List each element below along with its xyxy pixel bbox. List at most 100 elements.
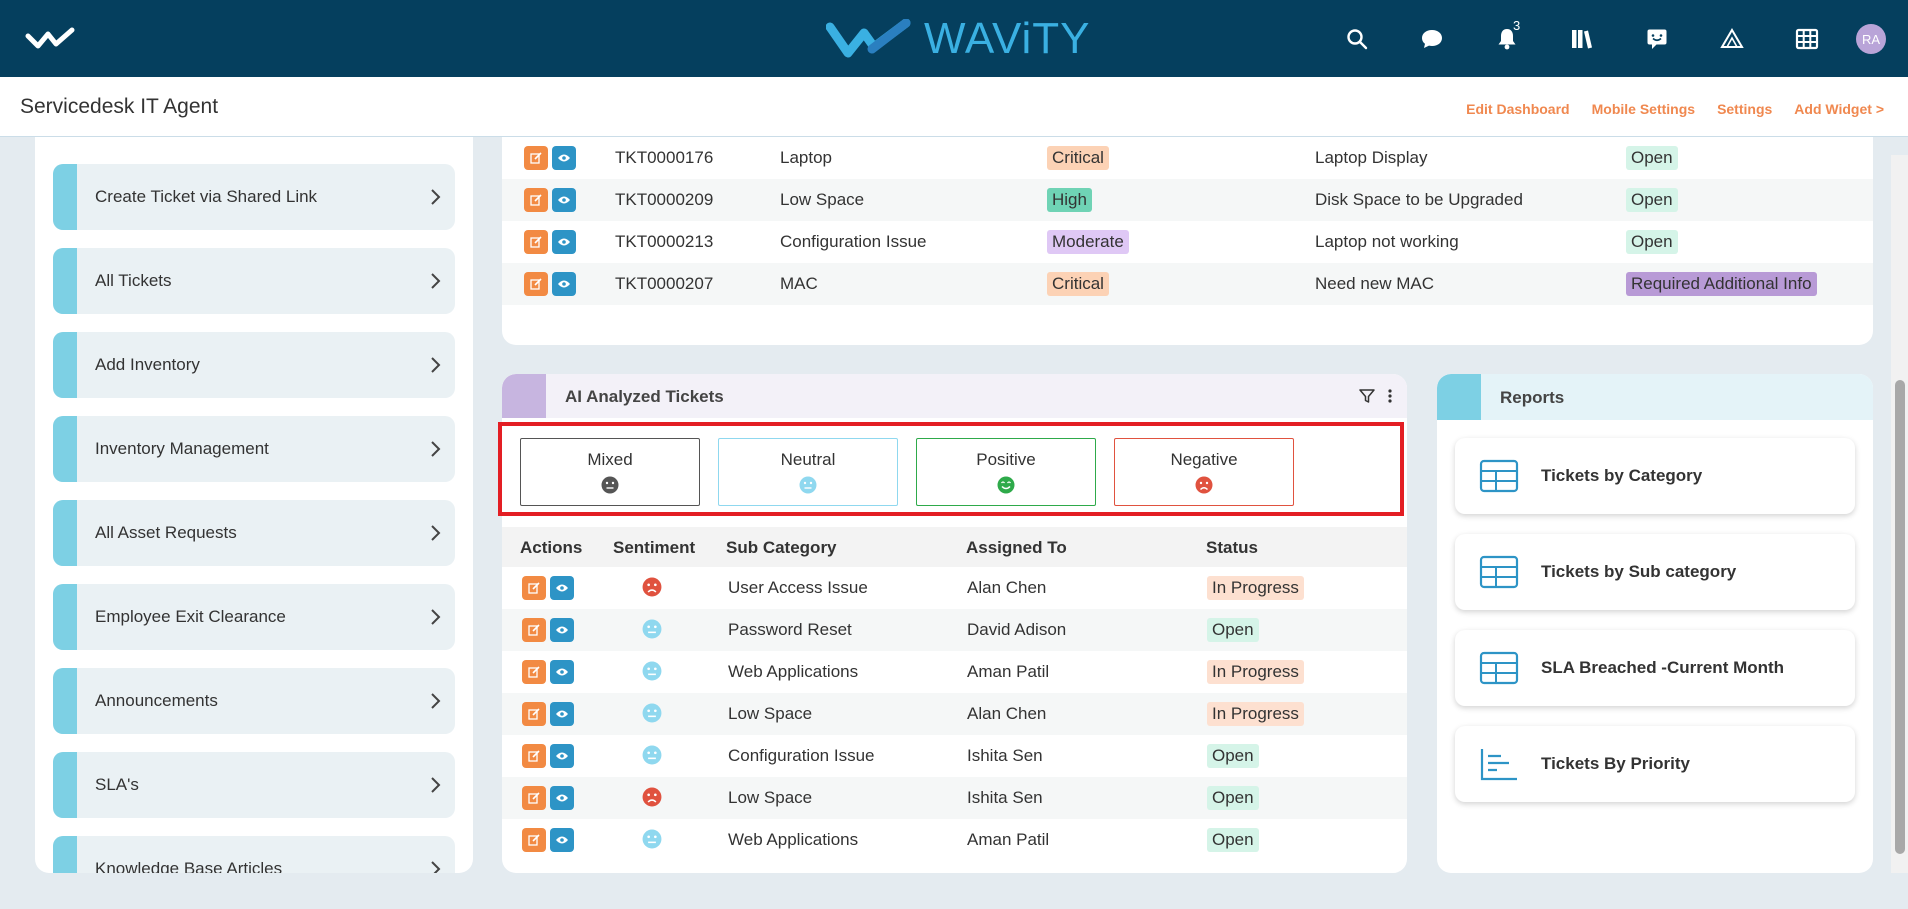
view-button[interactable] [550,576,574,600]
view-button[interactable] [550,744,574,768]
edit-button[interactable] [522,702,546,726]
column-header-sub-category[interactable]: Sub Category [726,538,837,558]
assigned-to: Alan Chen [967,578,1047,597]
edit-icon [530,152,542,164]
top-icon-group: 3 RA [1319,18,1886,58]
edit-button[interactable] [522,576,546,600]
edit-button[interactable] [522,786,546,810]
assigned-to: Alan Chen [967,704,1047,723]
sentiment-filter-negative[interactable]: Negative [1114,438,1294,506]
chevron-right-icon [431,609,441,625]
status-badge: In Progress [1207,660,1304,684]
view-button[interactable] [550,618,574,642]
sub-category: User Access Issue [728,578,868,597]
sidebar-item-employee-exit-clearance[interactable]: Employee Exit Clearance [53,584,455,650]
brand-logo: WAViTY [826,12,1091,66]
sentiment-filter-neutral[interactable]: Neutral [718,438,898,506]
edit-icon [528,834,540,846]
search-button[interactable] [1319,20,1394,58]
filter-icon[interactable] [1359,388,1375,404]
status-badge: Open [1207,618,1259,642]
feedback-button[interactable] [1619,20,1694,58]
view-button[interactable] [550,702,574,726]
edit-button[interactable] [522,744,546,768]
view-button[interactable] [552,230,576,254]
view-button[interactable] [550,660,574,684]
sidebar-item-announcements[interactable]: Announcements [53,668,455,734]
sentiment-label: Mixed [587,450,633,469]
more-vertical-icon[interactable] [1387,388,1393,404]
tickets-table-panel: TKT0000176 Laptop Critical Laptop Displa… [502,137,1873,345]
status-badge: Required Additional Info [1626,272,1817,296]
report-sla-breached[interactable]: SLA Breached -Current Month [1455,630,1855,706]
sentiment-filter-mixed[interactable]: Mixed [520,438,700,506]
panel-tools [1359,388,1393,404]
view-button[interactable] [552,272,576,296]
add-widget-link[interactable]: Add Widget > [1794,101,1884,117]
sidebar-item-all-tickets[interactable]: All Tickets [53,248,455,314]
sidebar-item-knowledge-base[interactable]: Knowledge Base Articles [53,836,455,873]
edit-button[interactable] [524,230,548,254]
view-button[interactable] [552,146,576,170]
edit-button[interactable] [522,618,546,642]
edit-icon [528,666,540,678]
eye-icon [556,752,568,760]
notifications-button[interactable]: 3 [1469,18,1544,58]
settings-link[interactable]: Settings [1717,101,1772,117]
ticket-subject: Disk Space to be Upgraded [1315,190,1523,209]
sentiment-filter-positive[interactable]: Positive [916,438,1096,506]
column-header-assigned-to[interactable]: Assigned To [966,538,1067,558]
edit-icon [530,194,542,206]
ticket-id[interactable]: TKT0000176 [615,148,713,168]
view-button[interactable] [550,828,574,852]
neutral-face-icon [642,745,662,765]
report-tickets-by-priority[interactable]: Tickets By Priority [1455,726,1855,802]
table-row: Web Applications Aman Patil In Progress [502,651,1407,693]
edit-icon [528,792,540,804]
column-header-status[interactable]: Status [1206,538,1258,558]
sidebar-item-label: SLA's [95,775,139,794]
user-avatar[interactable]: RA [1856,24,1886,54]
ticket-id[interactable]: TKT0000207 [615,274,713,294]
sidebar-item-label: All Tickets [95,271,172,290]
sidebar-item-slas[interactable]: SLA's [53,752,455,818]
table-row: TKT0000207 MAC Critical Need new MAC Req… [502,263,1873,305]
library-button[interactable] [1544,20,1619,58]
edit-button[interactable] [524,146,548,170]
apps-grid-button[interactable] [1769,20,1844,58]
ticket-id[interactable]: TKT0000209 [615,190,713,210]
edit-dashboard-link[interactable]: Edit Dashboard [1466,101,1569,117]
report-tickets-by-category[interactable]: Tickets by Category [1455,438,1855,514]
row-actions [522,702,574,726]
sidebar-item-create-ticket[interactable]: Create Ticket via Shared Link [53,164,455,230]
chevron-right-icon [431,357,441,373]
sidebar-item-inventory-management[interactable]: Inventory Management [53,416,455,482]
edit-button[interactable] [522,828,546,852]
edit-button[interactable] [524,272,548,296]
eye-icon [556,584,568,592]
table-icon [1479,555,1519,589]
analytics-button[interactable] [1694,20,1769,58]
status-badge: In Progress [1207,576,1304,600]
row-actions [524,230,576,254]
table-header: Actions Sentiment Sub Category Assigned … [502,527,1407,567]
chat-button[interactable] [1394,20,1469,58]
sidebar-item-all-asset-requests[interactable]: All Asset Requests [53,500,455,566]
eye-icon [558,154,570,162]
sidebar-item-add-inventory[interactable]: Add Inventory [53,332,455,398]
chevron-right-icon [431,273,441,289]
sidebar-item-label: Inventory Management [95,439,269,458]
ticket-subject: Need new MAC [1315,274,1435,293]
view-button[interactable] [552,188,576,212]
brand-name: WAViTY [924,14,1091,63]
neutral-face-icon [642,829,662,849]
mobile-settings-link[interactable]: Mobile Settings [1592,101,1695,117]
page-scrollbar-thumb[interactable] [1895,380,1905,854]
chevron-right-icon [431,441,441,457]
ticket-id[interactable]: TKT0000213 [615,232,713,252]
edit-button[interactable] [522,660,546,684]
edit-button[interactable] [524,188,548,212]
report-tickets-by-sub-category[interactable]: Tickets by Sub category [1455,534,1855,610]
view-button[interactable] [550,786,574,810]
home-logo-icon[interactable] [24,24,78,54]
